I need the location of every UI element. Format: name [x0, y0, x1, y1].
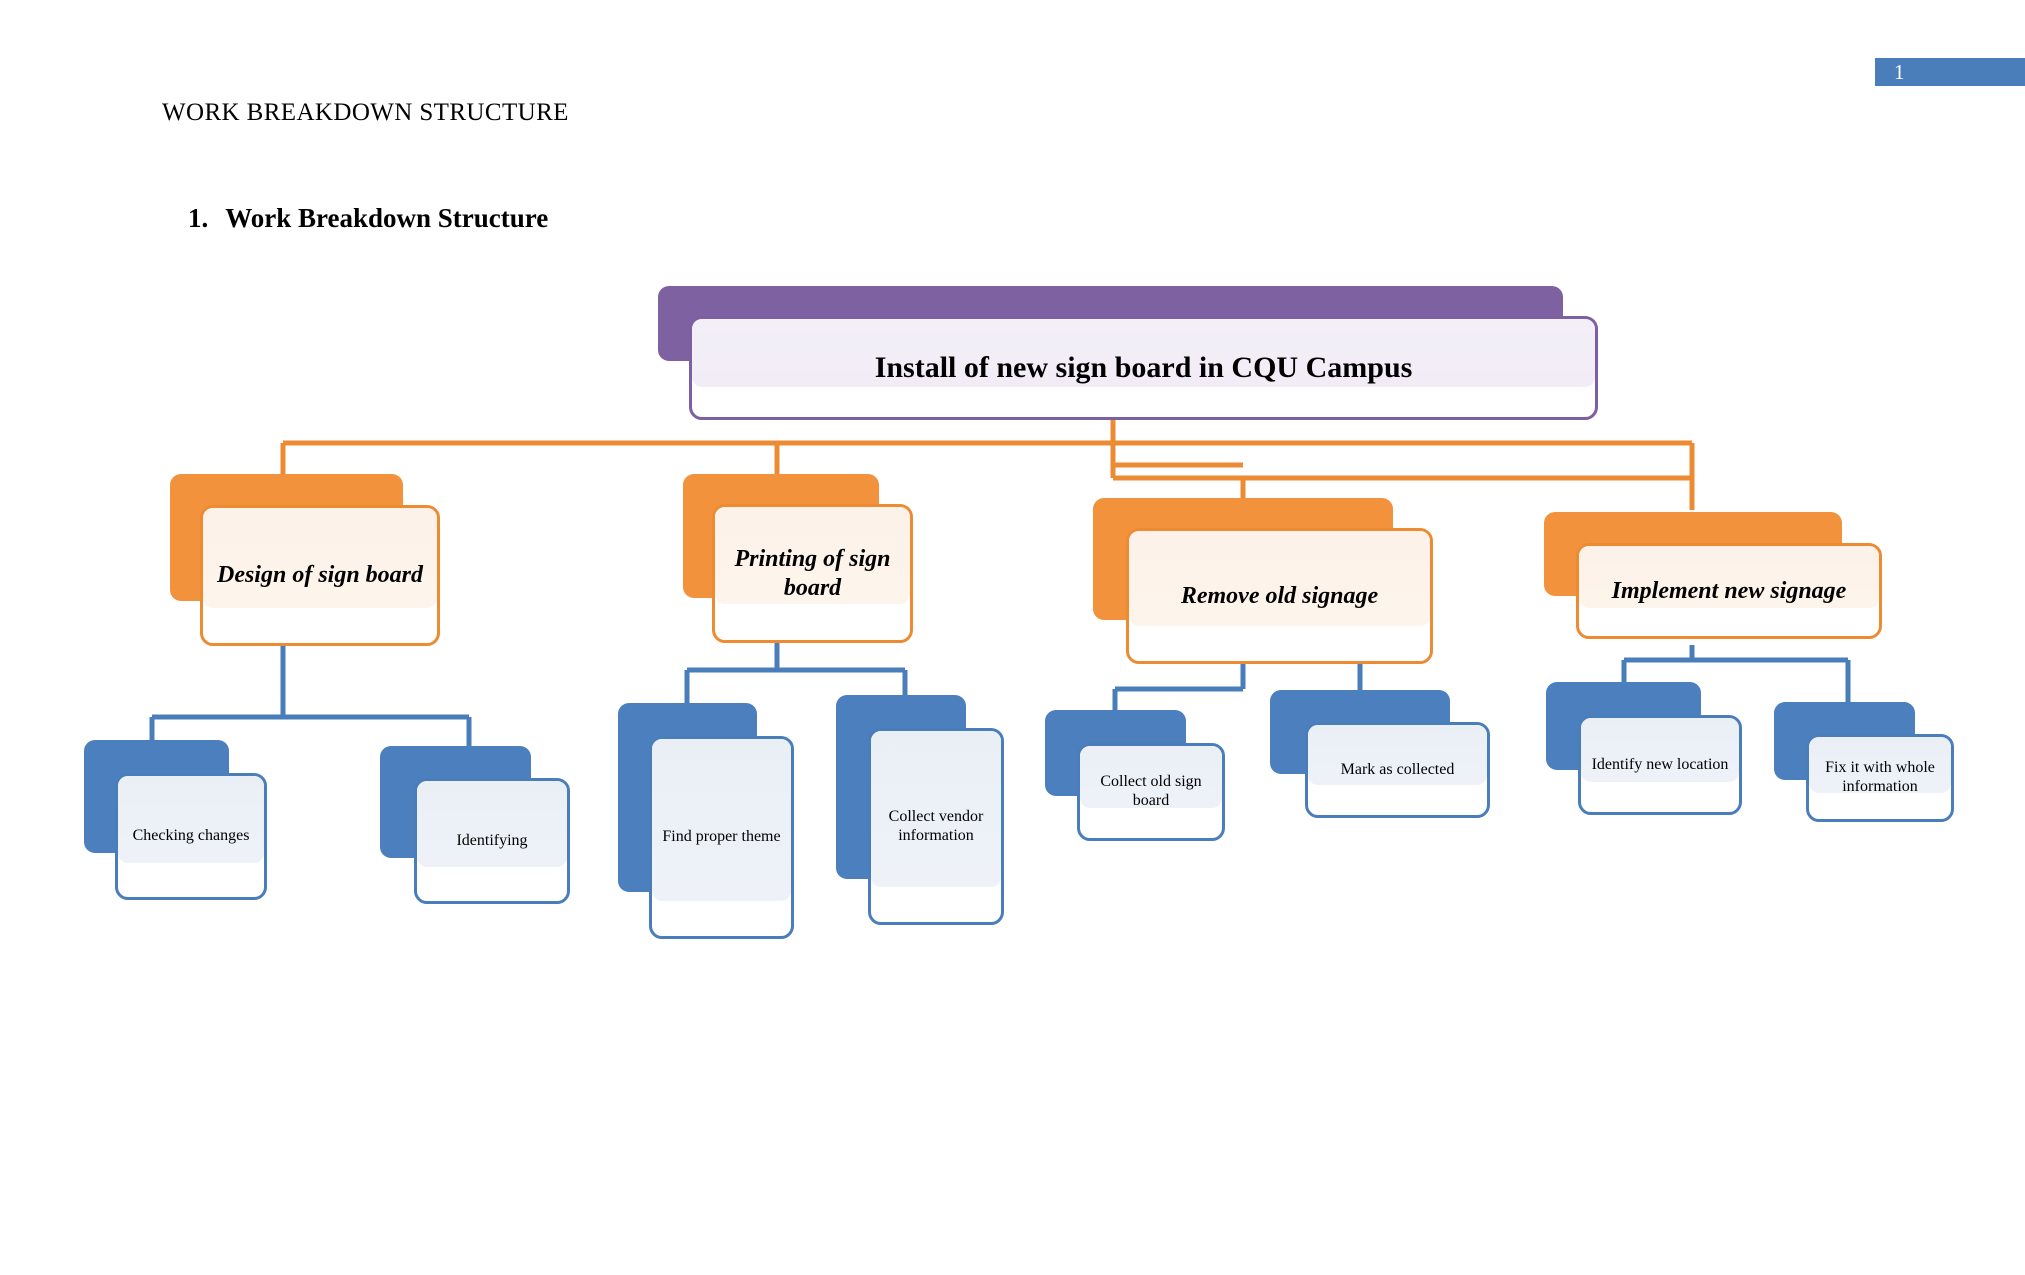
node-design-tint	[203, 508, 437, 608]
node-remove-old-signage[interactable]: Remove old signage	[1093, 498, 1433, 664]
node-identify-new-location-label: Identify new location	[1591, 755, 1729, 773]
node-printing-label: Printing of sign board	[734, 546, 891, 601]
node-find-proper-theme-tint	[652, 739, 791, 901]
node-fix-it-label: Fix it with whole information	[1825, 759, 1935, 795]
node-fix-it-with-whole-information[interactable]: Fix it with whole information	[1774, 702, 1954, 822]
node-find-proper-theme-label: Find proper theme	[662, 828, 781, 846]
node-identifying[interactable]: Identifying	[380, 746, 570, 904]
node-collect-vendor-card[interactable]: Collect vendor information	[868, 728, 1004, 925]
node-root-card[interactable]: Install of new sign board in CQU Campus	[689, 316, 1598, 420]
node-checking-changes-tint	[118, 776, 264, 863]
node-implement-new-signage[interactable]: Implement new signage	[1544, 512, 1884, 639]
node-identifying-tint	[417, 781, 567, 867]
node-identifying-label: Identifying	[456, 831, 528, 849]
node-remove-card[interactable]: Remove old signage	[1126, 528, 1433, 664]
node-design-card[interactable]: Design of sign board	[200, 505, 440, 646]
node-design-of-sign-board[interactable]: Design of sign board	[170, 474, 440, 646]
node-collect-old-sign-board[interactable]: Collect old sign board	[1045, 710, 1225, 841]
node-root[interactable]: Install of new sign board in CQU Campus	[658, 286, 1598, 420]
node-identifying-card[interactable]: Identifying	[414, 778, 570, 904]
node-mark-as-collected[interactable]: Mark as collected	[1270, 690, 1490, 818]
node-identify-new-location-card[interactable]: Identify new location	[1578, 715, 1742, 815]
node-find-proper-theme-card[interactable]: Find proper theme	[649, 736, 794, 939]
node-checking-changes-card[interactable]: Checking changes	[115, 773, 267, 900]
node-printing-card[interactable]: Printing of sign board	[712, 504, 913, 643]
node-implement-card[interactable]: Implement new signage	[1576, 543, 1882, 639]
node-design-label: Design of sign board	[216, 562, 424, 589]
node-remove-tint	[1129, 531, 1430, 626]
node-checking-changes[interactable]: Checking changes	[84, 740, 267, 900]
node-collect-old-sign-label: Collect old sign board	[1100, 773, 1202, 809]
node-root-label: Install of new sign board in CQU Campus	[874, 351, 1413, 385]
node-find-proper-theme[interactable]: Find proper theme	[618, 703, 794, 939]
node-remove-label: Remove old signage	[1180, 582, 1379, 609]
node-collect-vendor-label: Collect vendor information	[888, 807, 984, 844]
node-printing-of-sign-board[interactable]: Printing of sign board	[683, 474, 913, 643]
wbs-diagram: Install of new sign board in CQU Campus …	[0, 0, 2025, 1275]
node-mark-as-collected-card[interactable]: Mark as collected	[1305, 722, 1490, 818]
node-identify-new-location[interactable]: Identify new location	[1546, 682, 1742, 815]
node-implement-label: Implement new signage	[1611, 577, 1847, 604]
node-mark-as-collected-label: Mark as collected	[1340, 760, 1455, 778]
node-fix-it-card[interactable]: Fix it with whole information	[1806, 734, 1954, 822]
node-collect-vendor-information[interactable]: Collect vendor information	[836, 695, 1004, 925]
node-checking-changes-label: Checking changes	[132, 827, 250, 845]
node-collect-old-sign-card[interactable]: Collect old sign board	[1077, 743, 1225, 841]
